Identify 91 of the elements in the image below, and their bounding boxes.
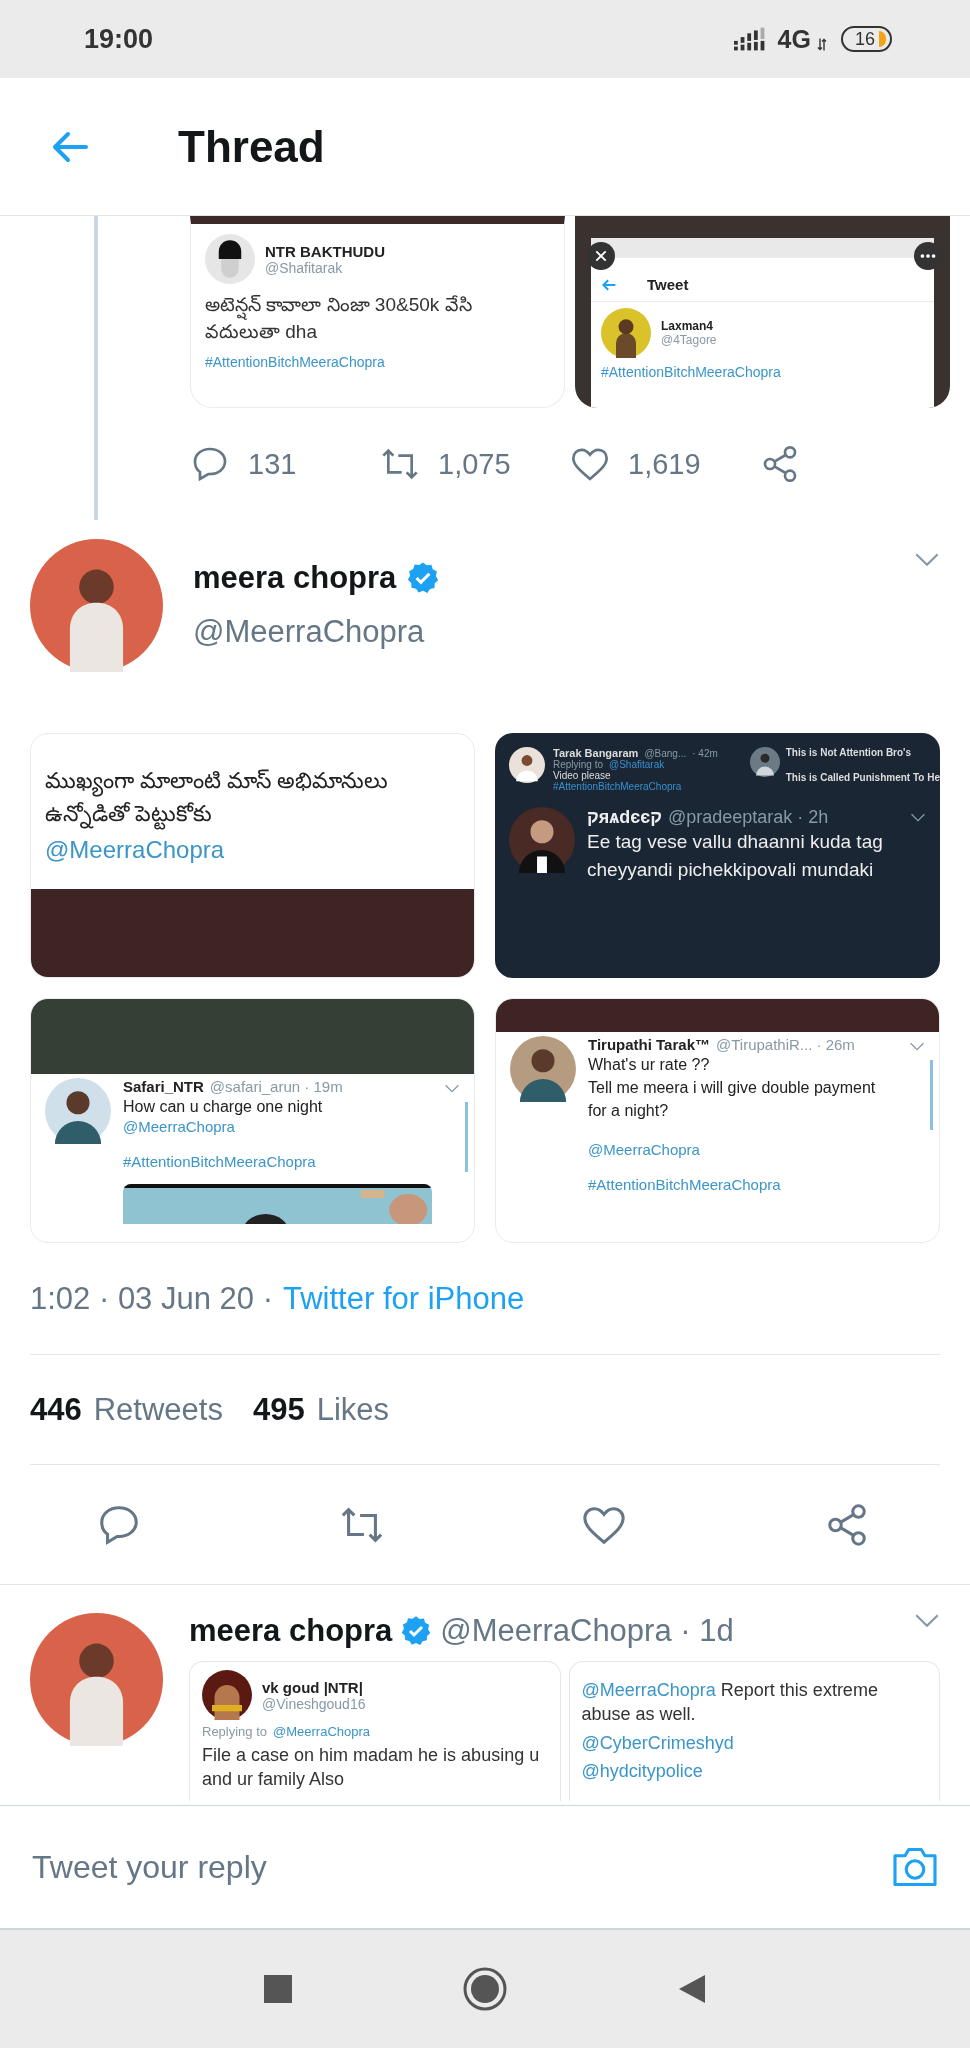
chevron-down-icon <box>909 1042 925 1051</box>
user-name[interactable]: meera chopra <box>193 560 397 596</box>
tweet-screenshot[interactable]: Safari_NTR @safari_arun · 19m How can u charge one night @MeerraChopra #AttentionBitchMeeraChopra <box>30 998 475 1243</box>
avatar <box>45 1078 111 1144</box>
mention-link[interactable]: @CyberCrimeshyd <box>581 1730 927 1755</box>
back-icon[interactable] <box>677 1974 707 2004</box>
user-name: קяѧdєєק <box>587 807 662 828</box>
user-name[interactable]: meera chopra <box>189 1613 393 1649</box>
tweet-screenshot[interactable]: vk goud |NTR| @Vineshgoud16 Replying to @MeerraChopra File a case on him madam he is abusing u and ur family Also <box>189 1661 561 1801</box>
stat-count[interactable]: 446 <box>30 1391 82 1428</box>
hashtag-link[interactable]: #AttentionBitchMeeraChopra <box>205 353 550 373</box>
tweet-timestamp: 1:02 · 03 Jun 20 · <box>30 1280 273 1317</box>
tweet-text: How can u charge one night <box>123 1097 324 1117</box>
page-title: Thread <box>178 121 325 172</box>
tweet-text: This is Called Punishment To He <box>785 772 940 783</box>
mention-link[interactable]: @MeerraChopra <box>588 1140 897 1158</box>
hashtag-link[interactable]: #AttentionBitchMeeraChopra <box>591 364 934 380</box>
data-arrows-icon <box>816 37 827 51</box>
avatar <box>509 807 575 873</box>
action-count: 131 <box>248 447 297 481</box>
tweet-text: Video please <box>553 770 611 781</box>
mention-link[interactable]: @MeerraChopra <box>581 1680 716 1700</box>
hashtag-link[interactable]: #AttentionBitchMeeraChopra <box>123 1153 432 1171</box>
battery-fill <box>879 31 886 47</box>
avatar[interactable] <box>30 1613 163 1746</box>
avatar[interactable] <box>30 538 163 672</box>
stat-count[interactable]: 495 <box>252 1391 305 1428</box>
mention-link[interactable]: @Shafitarak <box>609 759 665 770</box>
user-name: Laxman4 <box>661 319 715 333</box>
tweet-text: ముఖ్యంగా మాలాంటి మాస్ అభిమానులు ఉన్నోడితో పెట్టుకోకు <box>45 764 460 830</box>
tweet-screenshot[interactable]: @MeerraChopra Report this extreme abuse as well. @CyberCrimeshyd @hydcitypolice <box>568 1661 940 1801</box>
reply-field[interactable]: Tweet your reply <box>30 1847 890 1887</box>
tweet-text: Ee tag vese vallu dhaanni kuda tag cheyyandi pichekkipovali mundaki <box>587 830 884 882</box>
network-type: 4G <box>777 24 811 54</box>
source-link[interactable]: Twitter for iPhone <box>283 1280 525 1317</box>
avatar <box>749 747 780 777</box>
user-handle: @pradeeptarak · 2h <box>667 807 829 828</box>
user-name: NTR BAKTHUDU <box>265 242 385 260</box>
tweet-screenshot[interactable]: NTR BAKTHUDU @Shafitarak అటెన్షన్ కావాలా నింజా 30&50k వేసి వదులుతా dha #AttentionBitchMeeraChopra <box>190 216 565 408</box>
tweet-text: @MeerraChopra Report this extreme abuse as well. <box>581 1679 879 1727</box>
user-handle: @MeerraChopra <box>193 614 426 650</box>
user-handle: @TirupathiR... · 26m <box>716 1036 855 1053</box>
hashtag-link[interactable]: #AttentionBitchMeeraChopra <box>588 1175 897 1193</box>
tweet-screenshot[interactable]: Tirupathi Tarak™ @TirupathiR... · 26m What's ur rate ?? Tell me meera i will give double payment for a night? @MeerraChopra #AttentionBitchMeeraChopra <box>495 998 940 1243</box>
action-count: 1,075 <box>438 447 511 481</box>
mention-link[interactable]: @MeerraChopra <box>45 836 460 864</box>
hashtag-link[interactable]: #AttentionBitchMeeraChopra <box>553 781 718 792</box>
tweet-text: Tell me meera i will give double payment for a night? <box>588 1078 877 1122</box>
avatar <box>205 234 255 284</box>
mention-link[interactable]: @MeerraChopra <box>273 1724 371 1739</box>
tweet-screenshot[interactable]: ముఖ్యంగా మాలాంటి మాస్ అభిమానులు ఉన్నోడితో పెట్టుకోకు @MeerraChopra <box>30 733 475 978</box>
home-icon[interactable] <box>463 1967 507 2011</box>
avatar <box>510 1036 576 1102</box>
tweet-screenshot[interactable] <box>495 733 940 978</box>
avatar <box>601 308 651 358</box>
user-name: Tirupathi Tarak™ <box>588 1036 710 1053</box>
back-arrow-icon <box>601 276 617 293</box>
chevron-down-icon <box>444 1084 460 1093</box>
tweet-text: What's ur rate ?? <box>588 1055 711 1075</box>
tweet-time: · 42m <box>692 748 718 759</box>
user-name: vk goud |NTR| <box>262 1678 364 1696</box>
tweet-text: అటెన్షన్ కావాలా నింజా 30&50k వేసి వదులుతా dha <box>205 293 473 344</box>
battery-level: 16 <box>854 28 875 50</box>
user-handle: @MeerraChopra · 1d <box>440 1613 735 1649</box>
chevron-down-icon[interactable] <box>914 1613 940 1628</box>
user-handle: @Shafitarak <box>265 259 344 276</box>
stat-label[interactable]: Likes <box>316 1391 390 1428</box>
action-count: 1,619 <box>628 447 701 481</box>
recents-icon[interactable] <box>263 1974 293 2004</box>
mention-link[interactable]: @hydcitypolice <box>581 1758 927 1784</box>
clock: 19:00 <box>84 23 154 55</box>
chevron-down-icon <box>910 813 926 822</box>
screen-title: Tweet <box>647 276 689 293</box>
avatar <box>202 1670 252 1720</box>
user-name: Tarak Bangaram <box>553 747 639 759</box>
user-handle: @Vineshgoud16 <box>262 1695 366 1712</box>
more-icon[interactable] <box>914 242 942 270</box>
user-handle: @Bang... <box>644 748 687 759</box>
user-name: Safari_NTR <box>123 1078 204 1095</box>
replying-label: Replying to <box>202 1724 268 1739</box>
user-handle: @4Tagore <box>661 333 717 347</box>
mention-link[interactable]: @MeerraChopra <box>123 1118 432 1136</box>
tweet-text: File a case on him madam he is abusing u and ur family Also <box>202 1744 541 1792</box>
stat-label[interactable]: Retweets <box>93 1391 223 1428</box>
avatar <box>509 747 545 783</box>
replying-label: Replying to <box>553 759 604 770</box>
chevron-down-icon[interactable] <box>914 552 940 567</box>
user-handle: @safari_arun · 19m <box>209 1078 343 1095</box>
tweet-text: This is Not Attention Bro's <box>785 747 913 758</box>
close-icon[interactable] <box>587 242 615 270</box>
phone-screenshot[interactable]: Tweet Laxman4 @4Tagore #AttentionBitchMeeraChopra <box>575 216 950 408</box>
